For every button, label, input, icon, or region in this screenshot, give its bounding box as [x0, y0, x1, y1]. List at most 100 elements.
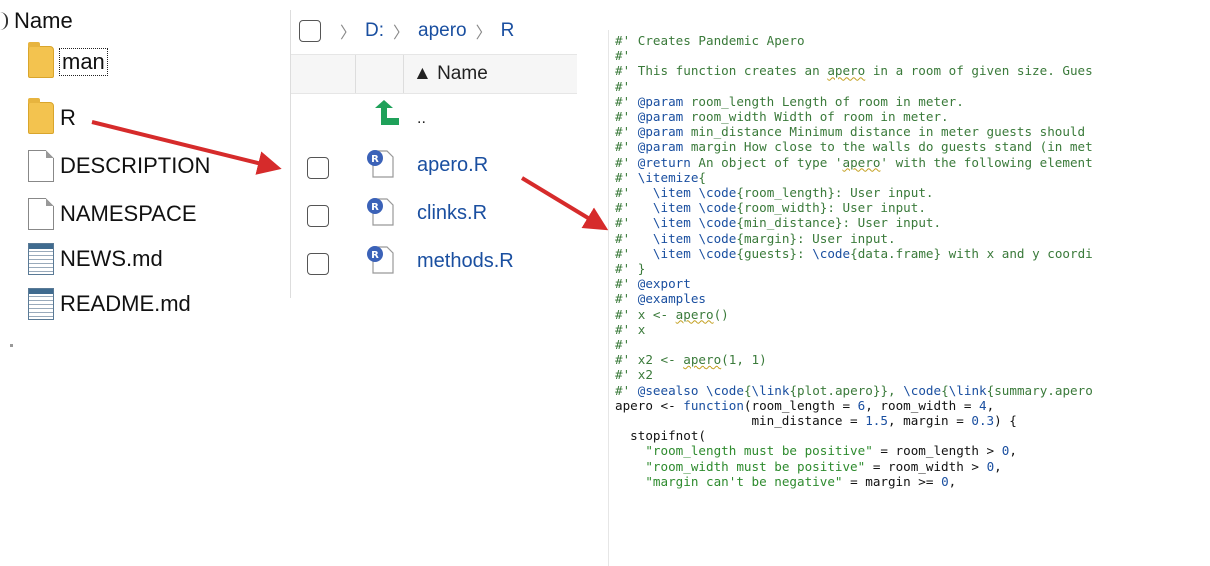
code-token: , [948, 473, 957, 489]
row-checkbox[interactable] [307, 253, 329, 275]
code-token: "margin can't be negative" [645, 473, 843, 489]
explorer-panel: 〉 D: 〉 apero 〉 R ▲ Name .. R apero.R R c… [290, 10, 577, 298]
code-line[interactable]: #' [615, 79, 630, 94]
tree-item-news-md[interactable]: NEWS.md [28, 239, 163, 279]
code-token: 0 [941, 473, 949, 489]
breadcrumb-r[interactable]: R [501, 20, 515, 42]
code-line[interactable]: apero <- function(room_length = 6, room_… [615, 398, 994, 413]
tree-item-namespace[interactable]: NAMESPACE [28, 194, 197, 234]
code-token: #' [615, 93, 638, 109]
code-line[interactable]: #' } [615, 261, 645, 276]
code-token: {data.frame} with x and y coordi [850, 245, 1093, 261]
code-token: = room_width > [865, 458, 987, 474]
code-token: 0.3 [971, 413, 995, 428]
code-line[interactable]: #' @param min_distance Minimum distance … [615, 124, 1085, 139]
code-line[interactable]: #' x2 <- apero(1, 1) [615, 352, 767, 367]
code-token: { [698, 169, 707, 185]
name-header-label: Name [14, 8, 73, 33]
file-row-clinks[interactable]: R clinks.R [291, 196, 577, 236]
code-line[interactable]: #' \item \code{room_width}: User input. [615, 200, 926, 215]
file-name: methods.R [417, 250, 514, 272]
tree-item-label: README.md [60, 291, 191, 316]
svg-text:R: R [371, 154, 379, 165]
breadcrumb-drive[interactable]: D: [365, 20, 384, 42]
chevron-right-icon: 〉 [340, 25, 357, 42]
code-token: \item [652, 215, 691, 231]
file-icon [28, 150, 54, 182]
code-token: #' [615, 48, 631, 64]
breadcrumb-apero[interactable]: apero [418, 20, 467, 42]
column-header-row: ▲ Name [291, 54, 577, 94]
row-checkbox[interactable] [307, 157, 329, 179]
file-row-methods[interactable]: R methods.R [291, 244, 577, 284]
tree-item-label: DESCRIPTION [60, 153, 211, 178]
code-token: \link [948, 382, 987, 398]
code-token: \code [698, 185, 737, 200]
svg-text:R: R [371, 202, 379, 213]
code-token: room_width Width of room in meter. [683, 109, 949, 124]
code-line[interactable]: #' @return An object of type 'apero' wit… [615, 155, 1093, 170]
code-line[interactable]: min_distance = 1.5, margin = 0.3) { [615, 413, 1016, 428]
code-token: An object of type ' [690, 154, 843, 170]
code-line[interactable]: #' @seealso \code{\link{plot.apero}}, \c… [615, 383, 1093, 398]
parent-folder-arrow-icon[interactable] [371, 98, 403, 128]
code-line[interactable]: #' @param room_length Length of room in … [615, 94, 964, 109]
code-token: #' [615, 154, 638, 170]
code-token: = room_length > [872, 443, 1002, 459]
tree-item-description[interactable]: DESCRIPTION [28, 146, 210, 186]
tree-item-r[interactable]: R [28, 98, 76, 138]
code-line[interactable]: #' @examples [615, 291, 706, 306]
code-token: #' [615, 291, 638, 307]
code-line[interactable]: #' @param room_width Width of room in me… [615, 109, 949, 124]
code-line[interactable]: #' [615, 48, 630, 63]
code-editor[interactable]: #' Creates Pandemic Apero #' #' This funct… [608, 30, 1210, 566]
code-line[interactable]: "room_length must be positive" = room_le… [615, 443, 1017, 458]
code-line[interactable]: "room_width must be positive" = room_wid… [615, 458, 1001, 474]
code-token: #' [615, 230, 653, 246]
tree-item-readme-md[interactable]: README.md [28, 284, 191, 324]
code-token: #' x <- [615, 306, 676, 322]
code-token: { [941, 382, 949, 398]
code-token: , margin = [887, 413, 972, 428]
code-line[interactable]: "margin can't be negative" = margin >= 0… [615, 474, 956, 489]
code-token: in a room of given size. Gues [865, 63, 1093, 79]
markdown-file-icon [28, 288, 54, 320]
code-token: {min_distance}: User input. [736, 215, 942, 231]
code-line[interactable]: #' Creates Pandemic Apero [615, 33, 805, 48]
folder-icon [28, 98, 54, 134]
code-line[interactable]: #' \item \code{room_length}: User input. [615, 185, 934, 200]
code-token: { [743, 382, 752, 398]
code-line[interactable]: #' @param margin How close to the walls … [615, 139, 1093, 154]
code-line[interactable]: #' x2 [615, 367, 653, 382]
code-token: #' [615, 33, 638, 48]
code-line[interactable]: #' \item \code{min_distance}: User input… [615, 215, 941, 230]
code-token: \code [698, 230, 737, 246]
code-line[interactable]: #' \item \code{guests}: \code{data.frame… [615, 246, 1093, 261]
code-line[interactable]: #' x [615, 322, 645, 337]
row-checkbox[interactable] [307, 205, 329, 227]
code-line[interactable]: #' x <- apero() [615, 307, 729, 322]
code-token: {room_length}: User input. [736, 185, 934, 200]
parent-folder-label[interactable]: .. [417, 110, 426, 128]
file-row-apero[interactable]: R apero.R [291, 148, 577, 188]
tree-item-label: NEWS.md [60, 246, 163, 271]
code-line[interactable]: #' \item \code{margin}: User input. [615, 231, 896, 246]
code-token: margin How close to the walls do guests … [683, 139, 1093, 155]
code-token: , [1009, 443, 1017, 459]
code-token: apero <- [615, 397, 684, 413]
code-token: @param [637, 124, 684, 140]
file-name: apero.R [417, 154, 489, 176]
code-line[interactable]: #' \itemize{ [615, 170, 706, 185]
name-sort-header[interactable]: ▲ Name [413, 63, 488, 85]
code-line[interactable]: #' [615, 337, 630, 352]
name-column-header[interactable]: Name [0, 8, 73, 34]
code-token: min_distance Minimum distance in meter g… [683, 124, 1086, 140]
select-all-checkbox[interactable] [299, 20, 321, 42]
code-line[interactable]: #' @export [615, 276, 691, 291]
code-line[interactable]: #' This function creates an apero in a r… [615, 63, 1093, 78]
code-line[interactable]: stopifnot( [615, 428, 706, 443]
code-token: #' [615, 185, 653, 200]
tree-item-man[interactable]: man [28, 42, 108, 82]
file-name: clinks.R [417, 202, 488, 224]
